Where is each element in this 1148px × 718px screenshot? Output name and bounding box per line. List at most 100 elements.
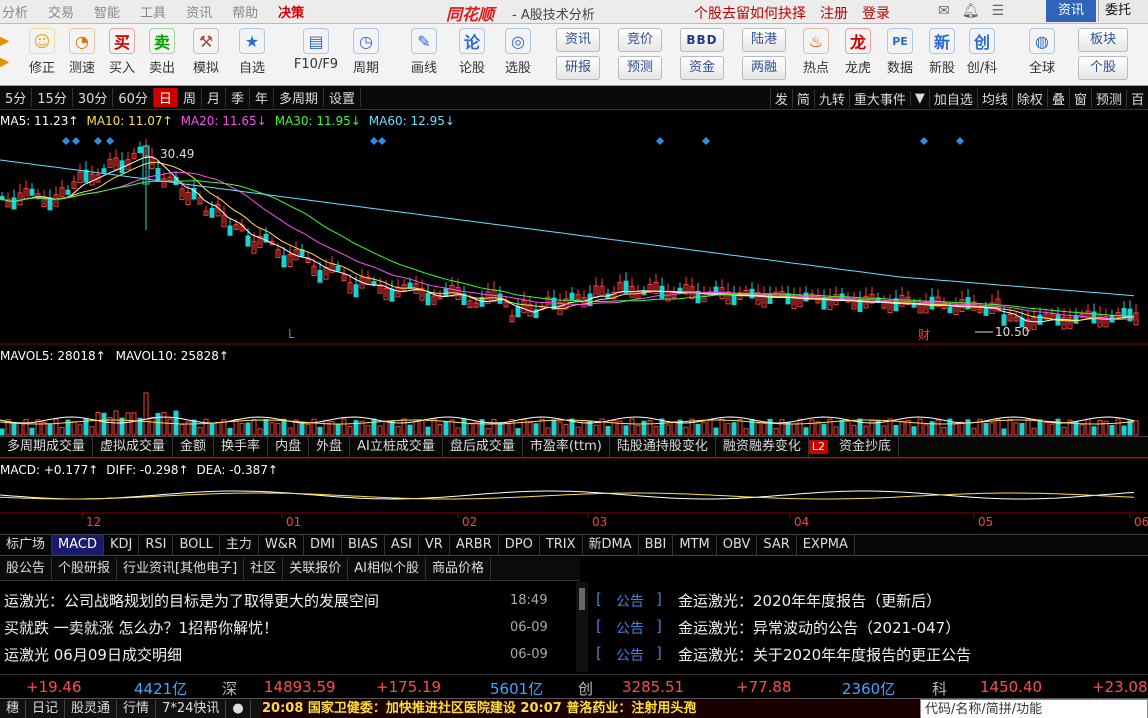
toolbar-stock-button[interactable]: 个股 [1078,56,1128,80]
volume-tab[interactable]: 内盘 [268,437,310,457]
volume-tab[interactable]: 外盘 [309,437,351,457]
period-right-item[interactable]: 百 [1125,88,1148,108]
indicator-tab[interactable]: MACD [52,535,104,555]
toolbar-sector-button[interactable]: 板块 [1078,28,1128,52]
toolbar-left-arrows[interactable]: ▶ ▶ [0,28,14,70]
toolbar-grid-陆港[interactable]: 陆港 [742,28,786,52]
menu-analysis[interactable]: 分析 [2,2,28,21]
indicator-tab[interactable]: KDJ [104,535,140,555]
announcement-item[interactable]: [公告] 金运激光：异常波动的公告（2021-047） [594,614,1148,641]
news-tab[interactable]: AI相似个股 [348,557,426,580]
volume-tab[interactable]: 多周期成交量 [0,437,94,457]
period-tab[interactable]: 日 [153,88,178,107]
toolbar-ipo-button[interactable]: 新新股 [922,28,962,76]
toolbar-buy-button[interactable]: 买买入 [102,28,142,76]
toolbar-grid-两融[interactable]: 两融 [742,56,786,80]
toolbar-grid-资讯[interactable]: 资讯 [556,28,600,52]
period-tab[interactable]: 月 [202,88,226,107]
toolbar-clock-period-button[interactable]: ◷ 周期 [346,28,386,76]
stock-search-input[interactable]: 代码/名称/简拼/功能 [920,699,1148,718]
menu-trade[interactable]: 交易 [48,2,74,21]
volume-tab[interactable]: 换手率 [214,437,269,457]
period-tab[interactable]: 5分 [0,88,33,107]
period-tab[interactable]: 季 [226,88,250,107]
volume-tab[interactable]: 虚拟成交量 [93,437,174,457]
indicator-tab[interactable]: 主力 [220,535,259,555]
period-tab[interactable]: 多周期 [274,88,325,107]
indicator-tab[interactable]: BOLL [173,535,220,555]
period-right-item[interactable]: 均线 [976,88,1012,108]
menu-news[interactable]: 资讯 [186,2,212,21]
scroll-thumb[interactable] [579,588,585,610]
mail-icon[interactable]: ✉ [938,3,950,19]
tab-weituo[interactable]: 委托 [1098,0,1148,22]
announcement-item[interactable]: [公告] 金运激光：2020年年度报告（更新后） [594,587,1148,614]
menu-tools[interactable]: 工具 [140,2,166,21]
indicator-tab[interactable]: MTM [673,535,717,555]
tab-zixun[interactable]: 资讯 [1046,0,1096,22]
promo-link[interactable]: 个股去留如何抉择 [694,3,806,23]
indicator-tab[interactable]: ASI [385,535,419,555]
period-right-item[interactable]: 九转 [813,88,849,108]
toolbar-arrow-0[interactable]: ▶ [0,28,14,54]
toolbar-discuss-button[interactable]: 论论股 [452,28,492,76]
menu-help[interactable]: 帮助 [232,2,258,21]
volume-tab[interactable]: 陆股通持股变化 [610,437,716,457]
period-right-item[interactable]: 加自选 [928,88,977,108]
news-item[interactable]: 买就跌 一卖就涨 怎么办？1招帮你解忧！ 06-09 [0,614,572,641]
status-item-gulingtong[interactable]: 股灵通 [65,699,118,718]
toolbar-arrow-1[interactable]: ▶ [0,54,14,70]
volume-tab[interactable]: 融资融券变化 [716,437,809,457]
toolbar-grid-研报[interactable]: 研报 [556,56,600,80]
news-scrollbar[interactable] [576,582,588,672]
toolbar-clock-button[interactable]: ◔ 测速 [62,28,102,76]
wechat-icon[interactable]: ● [226,699,251,718]
indicator-tab[interactable]: W&R [259,535,304,555]
period-right-item[interactable]: 除权 [1011,88,1047,108]
status-item-market[interactable]: 行情 [117,699,157,718]
toolbar-hammer-button[interactable]: ⚒ 模拟 [186,28,226,76]
indicator-tab[interactable]: DPO [499,535,540,555]
indicator-tab[interactable]: VR [419,535,450,555]
news-item[interactable]: 运激光 06月09日成交明细 06-09 [0,641,572,668]
indicator-tab[interactable]: EXPMA [797,535,855,555]
indicator-tab[interactable]: 标广场 [0,535,53,555]
menu-icon[interactable]: ☰ [992,3,1005,19]
status-item-diary[interactable]: 日记 [26,699,66,718]
toolbar-pen-button[interactable]: ✎ 画线 [404,28,444,76]
indicator-tab[interactable]: ARBR [450,535,499,555]
toolbar-chart-select-button[interactable]: ◎ 选股 [498,28,538,76]
news-tab[interactable]: 股公告 [0,557,53,580]
register-link[interactable]: 注册 [820,3,848,23]
indicator-tab[interactable]: BBI [639,535,674,555]
status-item-flash[interactable]: 7*24快讯 [156,699,227,718]
indicator-tab[interactable]: OBV [717,535,758,555]
volume-tab[interactable]: 盘后成交量 [443,437,523,457]
announcement-item[interactable]: [公告] 金运激光：关于2020年年度报告的更正公告 [594,641,1148,668]
period-tab[interactable]: 30分 [73,88,114,107]
news-item[interactable]: 运激光：公司战略规划的目标是为了取得更大的发展空间 18:49 [0,587,572,614]
indicator-tab[interactable]: BIAS [342,535,385,555]
toolbar-grid-预测[interactable]: 预测 [618,56,662,80]
period-right-item[interactable]: 叠 [1046,88,1069,108]
toolbar-hot-button[interactable]: ♨ 热点 [796,28,836,76]
toolbar-globe-button[interactable]: ◍ 全球 [1022,28,1062,76]
volume-tab[interactable]: 金额 [173,437,215,457]
period-tab[interactable]: 周 [178,88,202,107]
toolbar-star-folder-button[interactable]: ★ 自选 [232,28,272,76]
news-ticker[interactable]: 20:08 国家卫健委：加快推进社区医院建设 20:07 普洛药业：注射用头孢 [262,699,922,718]
news-tab[interactable]: 关联报价 [283,557,349,580]
indicator-tab[interactable]: SAR [757,535,797,555]
period-right-item[interactable]: 发 [769,88,792,108]
indicator-tab[interactable]: 新DMA [583,535,639,555]
period-right-item[interactable]: 预测 [1090,88,1126,108]
volume-tab[interactable]: 资金抄底 [832,437,900,457]
news-tab[interactable]: 商品价格 [426,557,491,580]
volume-tab[interactable]: 市盈率(ttm) [523,437,610,457]
toolbar-pe-button[interactable]: PE 数据 [880,28,920,76]
toolbar-dragon-button[interactable]: 龙龙虎 [838,28,878,76]
indicator-tab[interactable]: DMI [304,535,343,555]
login-link[interactable]: 登录 [862,3,890,23]
menu-smart[interactable]: 智能 [94,2,120,21]
period-tab[interactable]: 60分 [113,88,154,107]
